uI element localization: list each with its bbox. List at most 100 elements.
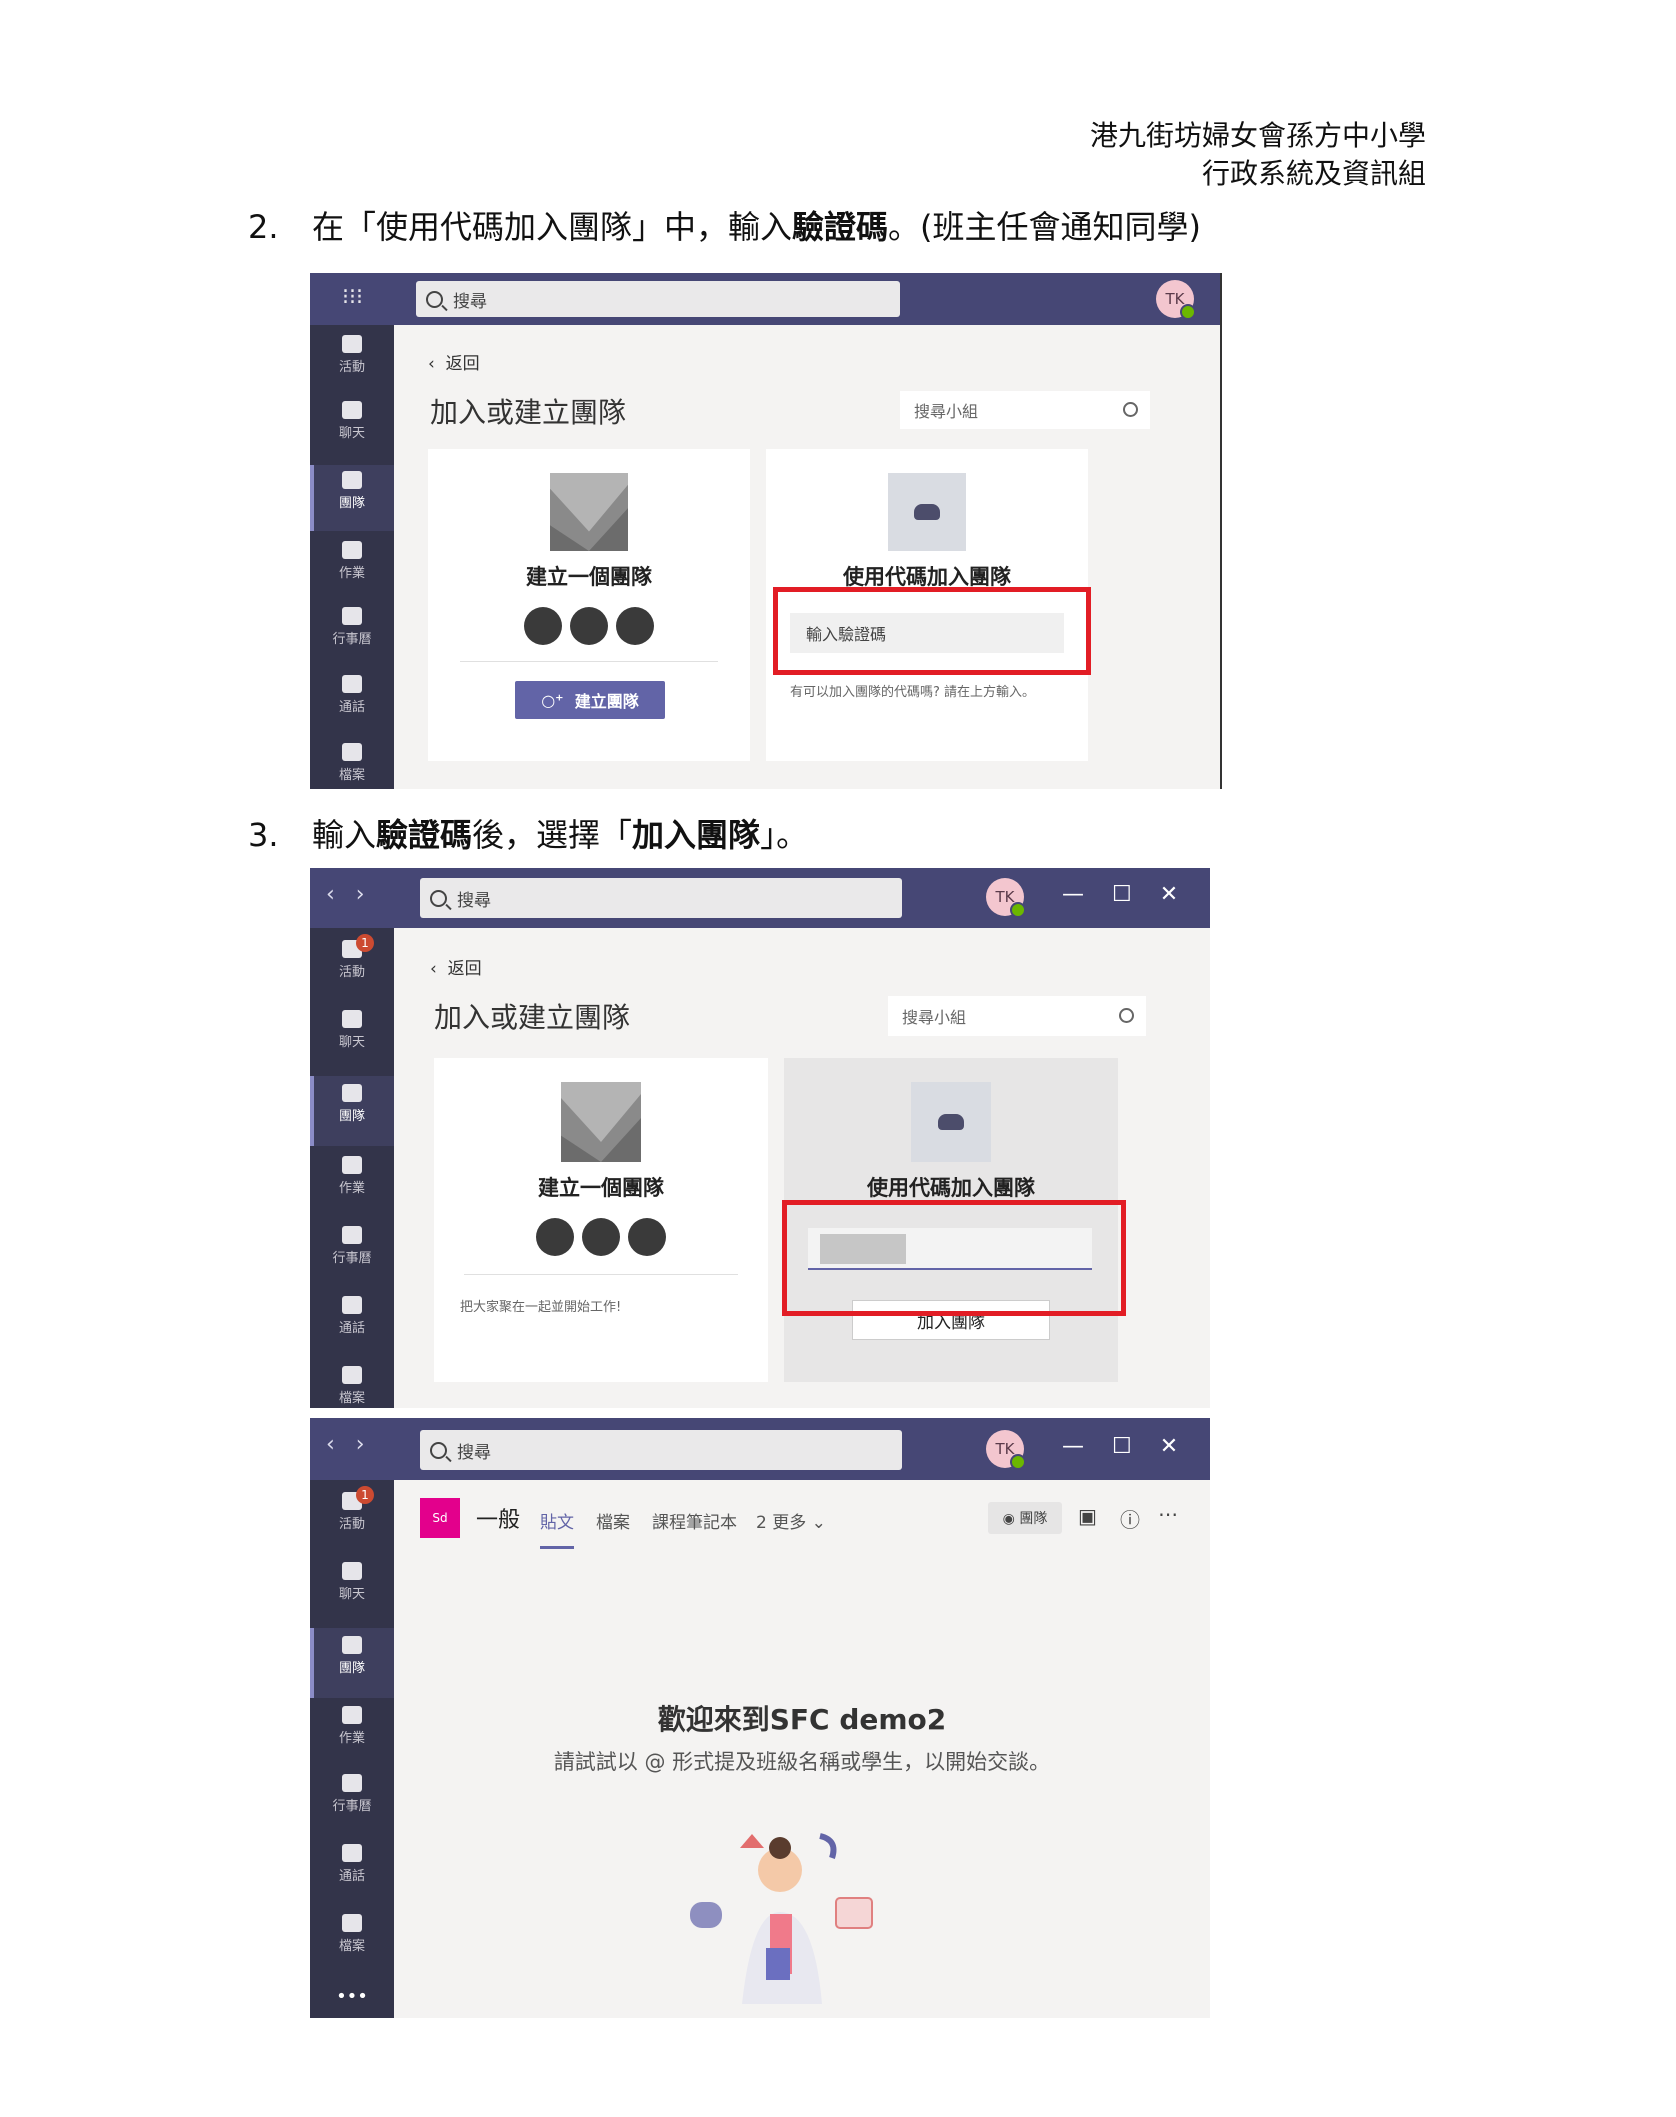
rail-label: 行事曆 (332, 632, 372, 647)
rail-assignments[interactable]: 作業 (310, 541, 394, 601)
nav-arrows[interactable]: ‹ › (326, 1432, 365, 1457)
more-options-icon[interactable]: ⋯ (1158, 1502, 1178, 1526)
meet-icon[interactable]: ▣ (1078, 1504, 1097, 1528)
rail-teams[interactable]: 團隊 (310, 1628, 394, 1698)
step-2-instruction: 2. 在「使用代碼加入團隊」中，輸入驗證碼。(班主任會通知同學) (248, 207, 1201, 247)
avatar[interactable]: TK (986, 878, 1026, 918)
teams-window-3: ‹ › 搜尋 TK — ☐ ✕ 活動 1 聊天 團隊 作業 行事曆 通話 檔案 … (310, 1418, 1210, 2018)
back-arrow-icon[interactable]: ‹ (326, 1432, 335, 1457)
more-apps-icon[interactable]: ••• (310, 1986, 394, 2016)
rail-calls[interactable]: 通話 (310, 675, 394, 735)
minimize-icon[interactable]: — (1062, 882, 1084, 907)
search-placeholder: 搜尋 (453, 291, 487, 312)
rail-label: 檔案 (338, 1391, 365, 1406)
team-view-button[interactable]: ◉ 團隊 (988, 1502, 1062, 1534)
rail-assignments[interactable]: 作業 (310, 1706, 394, 1766)
avatar[interactable]: TK (986, 1430, 1026, 1470)
chevron-left-icon: ‹ (430, 959, 448, 979)
create-team-button[interactable]: ○⁺ 建立團隊 (515, 681, 665, 719)
rail-label: 行事曆 (332, 1799, 372, 1814)
rail-label: 作業 (338, 1181, 365, 1196)
rail-files[interactable]: 檔案 (310, 1914, 394, 1974)
page-title: 加入或建立團隊 (434, 1001, 631, 1034)
rail-files[interactable]: 檔案 (310, 1366, 394, 1408)
member-avatars (434, 1218, 768, 1256)
rail-activity[interactable]: 活動 (310, 335, 394, 395)
teams-window-1: ⁝⁝⁝ 搜尋 TK 活動 聊天 團隊 作業 行事曆 通話 檔案 ‹ 返回 加入或… (310, 273, 1222, 789)
rail-label: 通話 (338, 700, 365, 715)
rail-calls[interactable]: 通話 (310, 1844, 394, 1904)
rail-chat[interactable]: 聊天 (310, 401, 394, 461)
back-link[interactable]: ‹ 返回 (430, 954, 482, 979)
tab-more[interactable]: 2 更多 ⌄ (756, 1508, 826, 1533)
avatar[interactable]: TK (1156, 280, 1196, 320)
forward-arrow-icon[interactable]: › (356, 882, 365, 907)
team-image-icon (550, 473, 628, 551)
rail-calendar[interactable]: 行事曆 (310, 1226, 394, 1286)
rail-label: 作業 (338, 566, 365, 581)
divider (464, 1274, 738, 1275)
search-input[interactable]: 搜尋 (420, 878, 902, 918)
team-search-input[interactable]: 搜尋小組 (888, 996, 1146, 1036)
avatar (524, 607, 562, 645)
search-icon (426, 290, 443, 308)
search-icon (1119, 1008, 1134, 1023)
add-team-icon: ○⁺ (541, 690, 575, 710)
rail-label: 行事曆 (332, 1251, 372, 1266)
button-label: 建立團隊 (574, 692, 639, 711)
avatar (536, 1218, 574, 1256)
back-label: 返回 (445, 354, 480, 374)
back-link[interactable]: ‹ 返回 (428, 349, 480, 374)
step-text: 輸入 (312, 816, 377, 854)
search-placeholder: 搜尋 (457, 1442, 491, 1463)
step-text-bold: 驗證碼 (376, 816, 473, 854)
tab-class-notebook[interactable]: 課程筆記本 (652, 1508, 737, 1533)
rail-label: 聊天 (338, 1587, 365, 1602)
phone-icon (342, 1296, 362, 1314)
rail-label: 團隊 (338, 1661, 365, 1676)
rail-label: 團隊 (338, 496, 365, 511)
rail-activity[interactable]: 活動 (310, 1492, 394, 1552)
rail-activity[interactable]: 活動 (310, 940, 394, 1000)
teams-icon (911, 1082, 991, 1162)
maximize-icon[interactable]: ☐ (1112, 1434, 1132, 1459)
member-avatars (428, 607, 750, 645)
status-dot (1180, 304, 1196, 320)
divider (460, 661, 718, 662)
maximize-icon[interactable]: ☐ (1112, 882, 1132, 907)
rail-calendar[interactable]: 行事曆 (310, 1774, 394, 1834)
rail-calendar[interactable]: 行事曆 (310, 607, 394, 667)
teams-icon (342, 1636, 362, 1654)
info-icon[interactable]: ⓘ (1120, 1504, 1140, 1533)
rail-assignments[interactable]: 作業 (310, 1156, 394, 1216)
app-launcher-icon[interactable]: ⁝⁝⁝ (342, 285, 363, 310)
close-icon[interactable]: ✕ (1160, 1434, 1178, 1459)
rail-files[interactable]: 檔案 (310, 743, 394, 789)
team-search-input[interactable]: 搜尋小組 (900, 391, 1150, 429)
highlight-box (782, 1200, 1126, 1316)
search-placeholder: 搜尋 (457, 890, 491, 911)
tab-posts[interactable]: 貼文 (540, 1508, 574, 1549)
rail-teams[interactable]: 團隊 (310, 465, 394, 531)
file-icon (342, 1366, 362, 1384)
rail-teams[interactable]: 團隊 (310, 1076, 394, 1146)
rail-chat[interactable]: 聊天 (310, 1562, 394, 1622)
back-label: 返回 (447, 959, 482, 979)
minimize-icon[interactable]: — (1062, 1434, 1084, 1459)
close-icon[interactable]: ✕ (1160, 882, 1178, 907)
forward-arrow-icon[interactable]: › (356, 1432, 365, 1457)
rail-calls[interactable]: 通話 (310, 1296, 394, 1356)
back-arrow-icon[interactable]: ‹ (326, 882, 335, 907)
nav-arrows[interactable]: ‹ › (326, 882, 365, 907)
notification-badge: 1 (356, 1486, 374, 1504)
tab-files[interactable]: 檔案 (596, 1508, 630, 1533)
rail-chat[interactable]: 聊天 (310, 1010, 394, 1070)
avatar (582, 1218, 620, 1256)
search-input[interactable]: 搜尋 (420, 1430, 902, 1470)
chat-icon (342, 401, 362, 419)
channel-name: 一般 (476, 1508, 521, 1533)
search-input[interactable]: 搜尋 (416, 281, 900, 317)
step-text: 」。 (760, 816, 809, 854)
step-number: 3. (248, 816, 279, 854)
assignments-icon (342, 1156, 362, 1174)
